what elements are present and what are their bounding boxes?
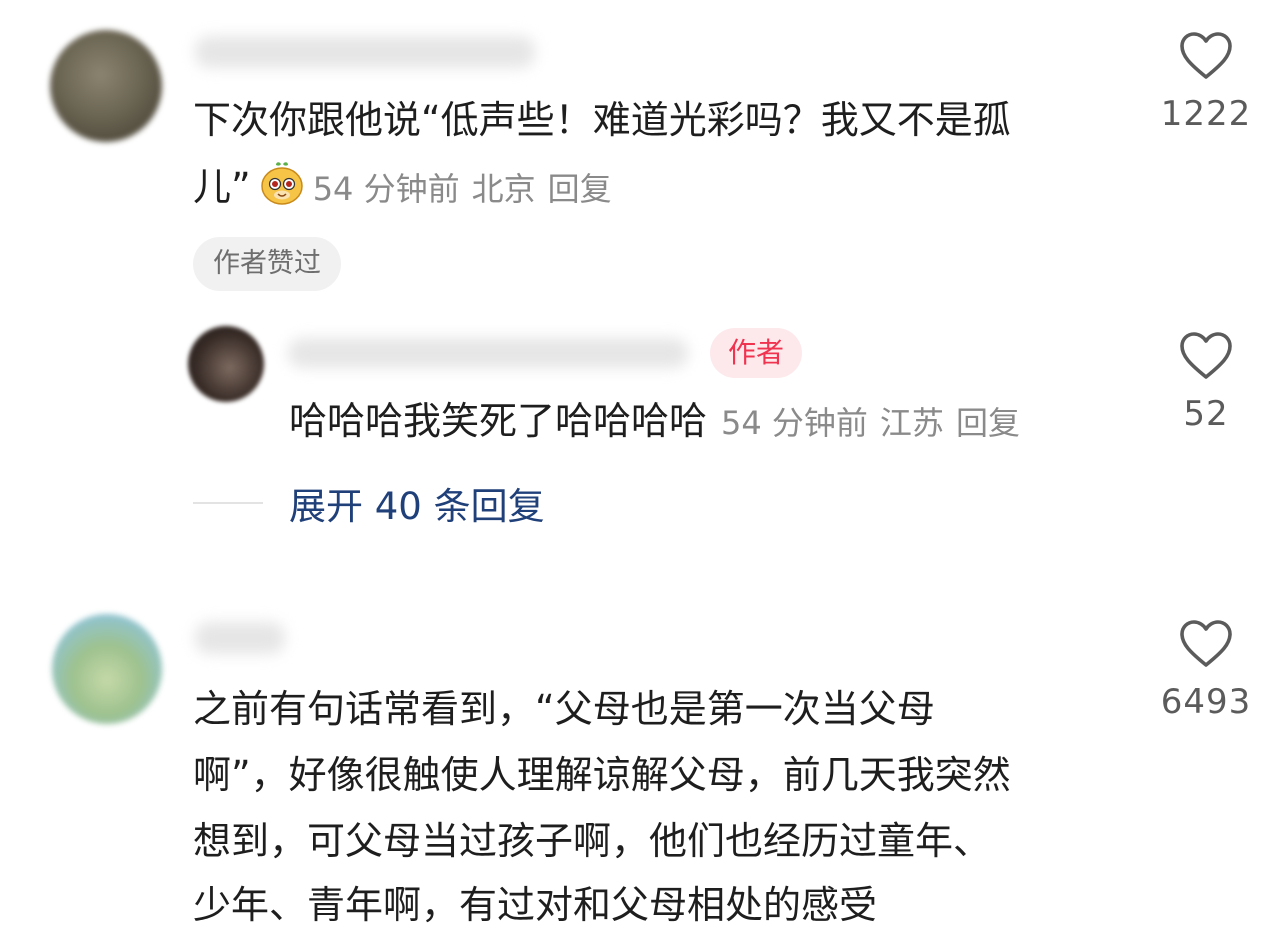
reply-avatar[interactable] <box>188 326 264 402</box>
doge-sticker-icon <box>259 160 305 206</box>
username-blurred[interactable] <box>195 622 285 654</box>
comment-location: 北京 <box>471 170 536 208</box>
heart-outline-icon <box>1180 332 1232 379</box>
reply-text: 哈哈哈我笑死了哈哈哈哈 <box>289 399 708 443</box>
reply-text-line: 哈哈哈我笑死了哈哈哈哈 54 分钟前 江苏 回复 <box>289 396 1020 448</box>
like-count: 1222 <box>1160 94 1252 134</box>
username-blurred[interactable] <box>195 36 535 68</box>
heart-outline-icon <box>1180 620 1232 667</box>
like-button[interactable]: 6493 <box>1146 618 1266 722</box>
reply-location: 江苏 <box>879 404 944 442</box>
comment-time: 54 分钟前 <box>312 170 460 208</box>
heart-outline-icon <box>1180 32 1232 79</box>
comment-text-line: 少年、青年啊，有过对和父母相处的感受 <box>193 883 878 927</box>
author-liked-badge: 作者赞过 <box>193 237 341 291</box>
avatar[interactable] <box>50 30 162 142</box>
like-count: 52 <box>1183 394 1229 434</box>
like-button[interactable]: 1222 <box>1146 30 1266 134</box>
expand-divider <box>193 502 263 504</box>
reply-username-blurred[interactable] <box>288 338 688 368</box>
reply-time: 54 分钟前 <box>721 404 868 442</box>
author-tag-badge: 作者 <box>710 328 803 378</box>
expand-replies-button[interactable]: 展开 40 条回复 <box>193 478 545 528</box>
reply-button[interactable]: 回复 <box>548 170 612 208</box>
expand-replies-label[interactable]: 展开 40 条回复 <box>289 476 545 530</box>
comment-text-line: 啊”，好像很触使人理解谅解父母，前几天我突然 <box>193 753 1011 797</box>
reply-meta: 54 分钟前 江苏 回复 <box>721 404 1020 442</box>
comment-text-line: 想到，可父母当过孩子啊，他们也经历过童年、 <box>193 819 992 863</box>
like-count: 6493 <box>1160 682 1252 722</box>
reply-like-button[interactable]: 52 <box>1146 330 1266 434</box>
reply-reply-button[interactable]: 回复 <box>956 404 1020 442</box>
comment-text-line-with-meta: 儿” 54 分钟前 北京 回复 <box>193 160 612 214</box>
comment-text: 儿” <box>193 165 251 209</box>
comment-text-line: 之前有句话常看到，“父母也是第一次当父母 <box>193 687 935 731</box>
comment-text-line: 下次你跟他说“低声些！难道光彩吗？我又不是孤 <box>193 98 1011 142</box>
comment-meta: 54 分钟前 北京 回复 <box>313 170 612 208</box>
avatar[interactable] <box>52 614 162 724</box>
